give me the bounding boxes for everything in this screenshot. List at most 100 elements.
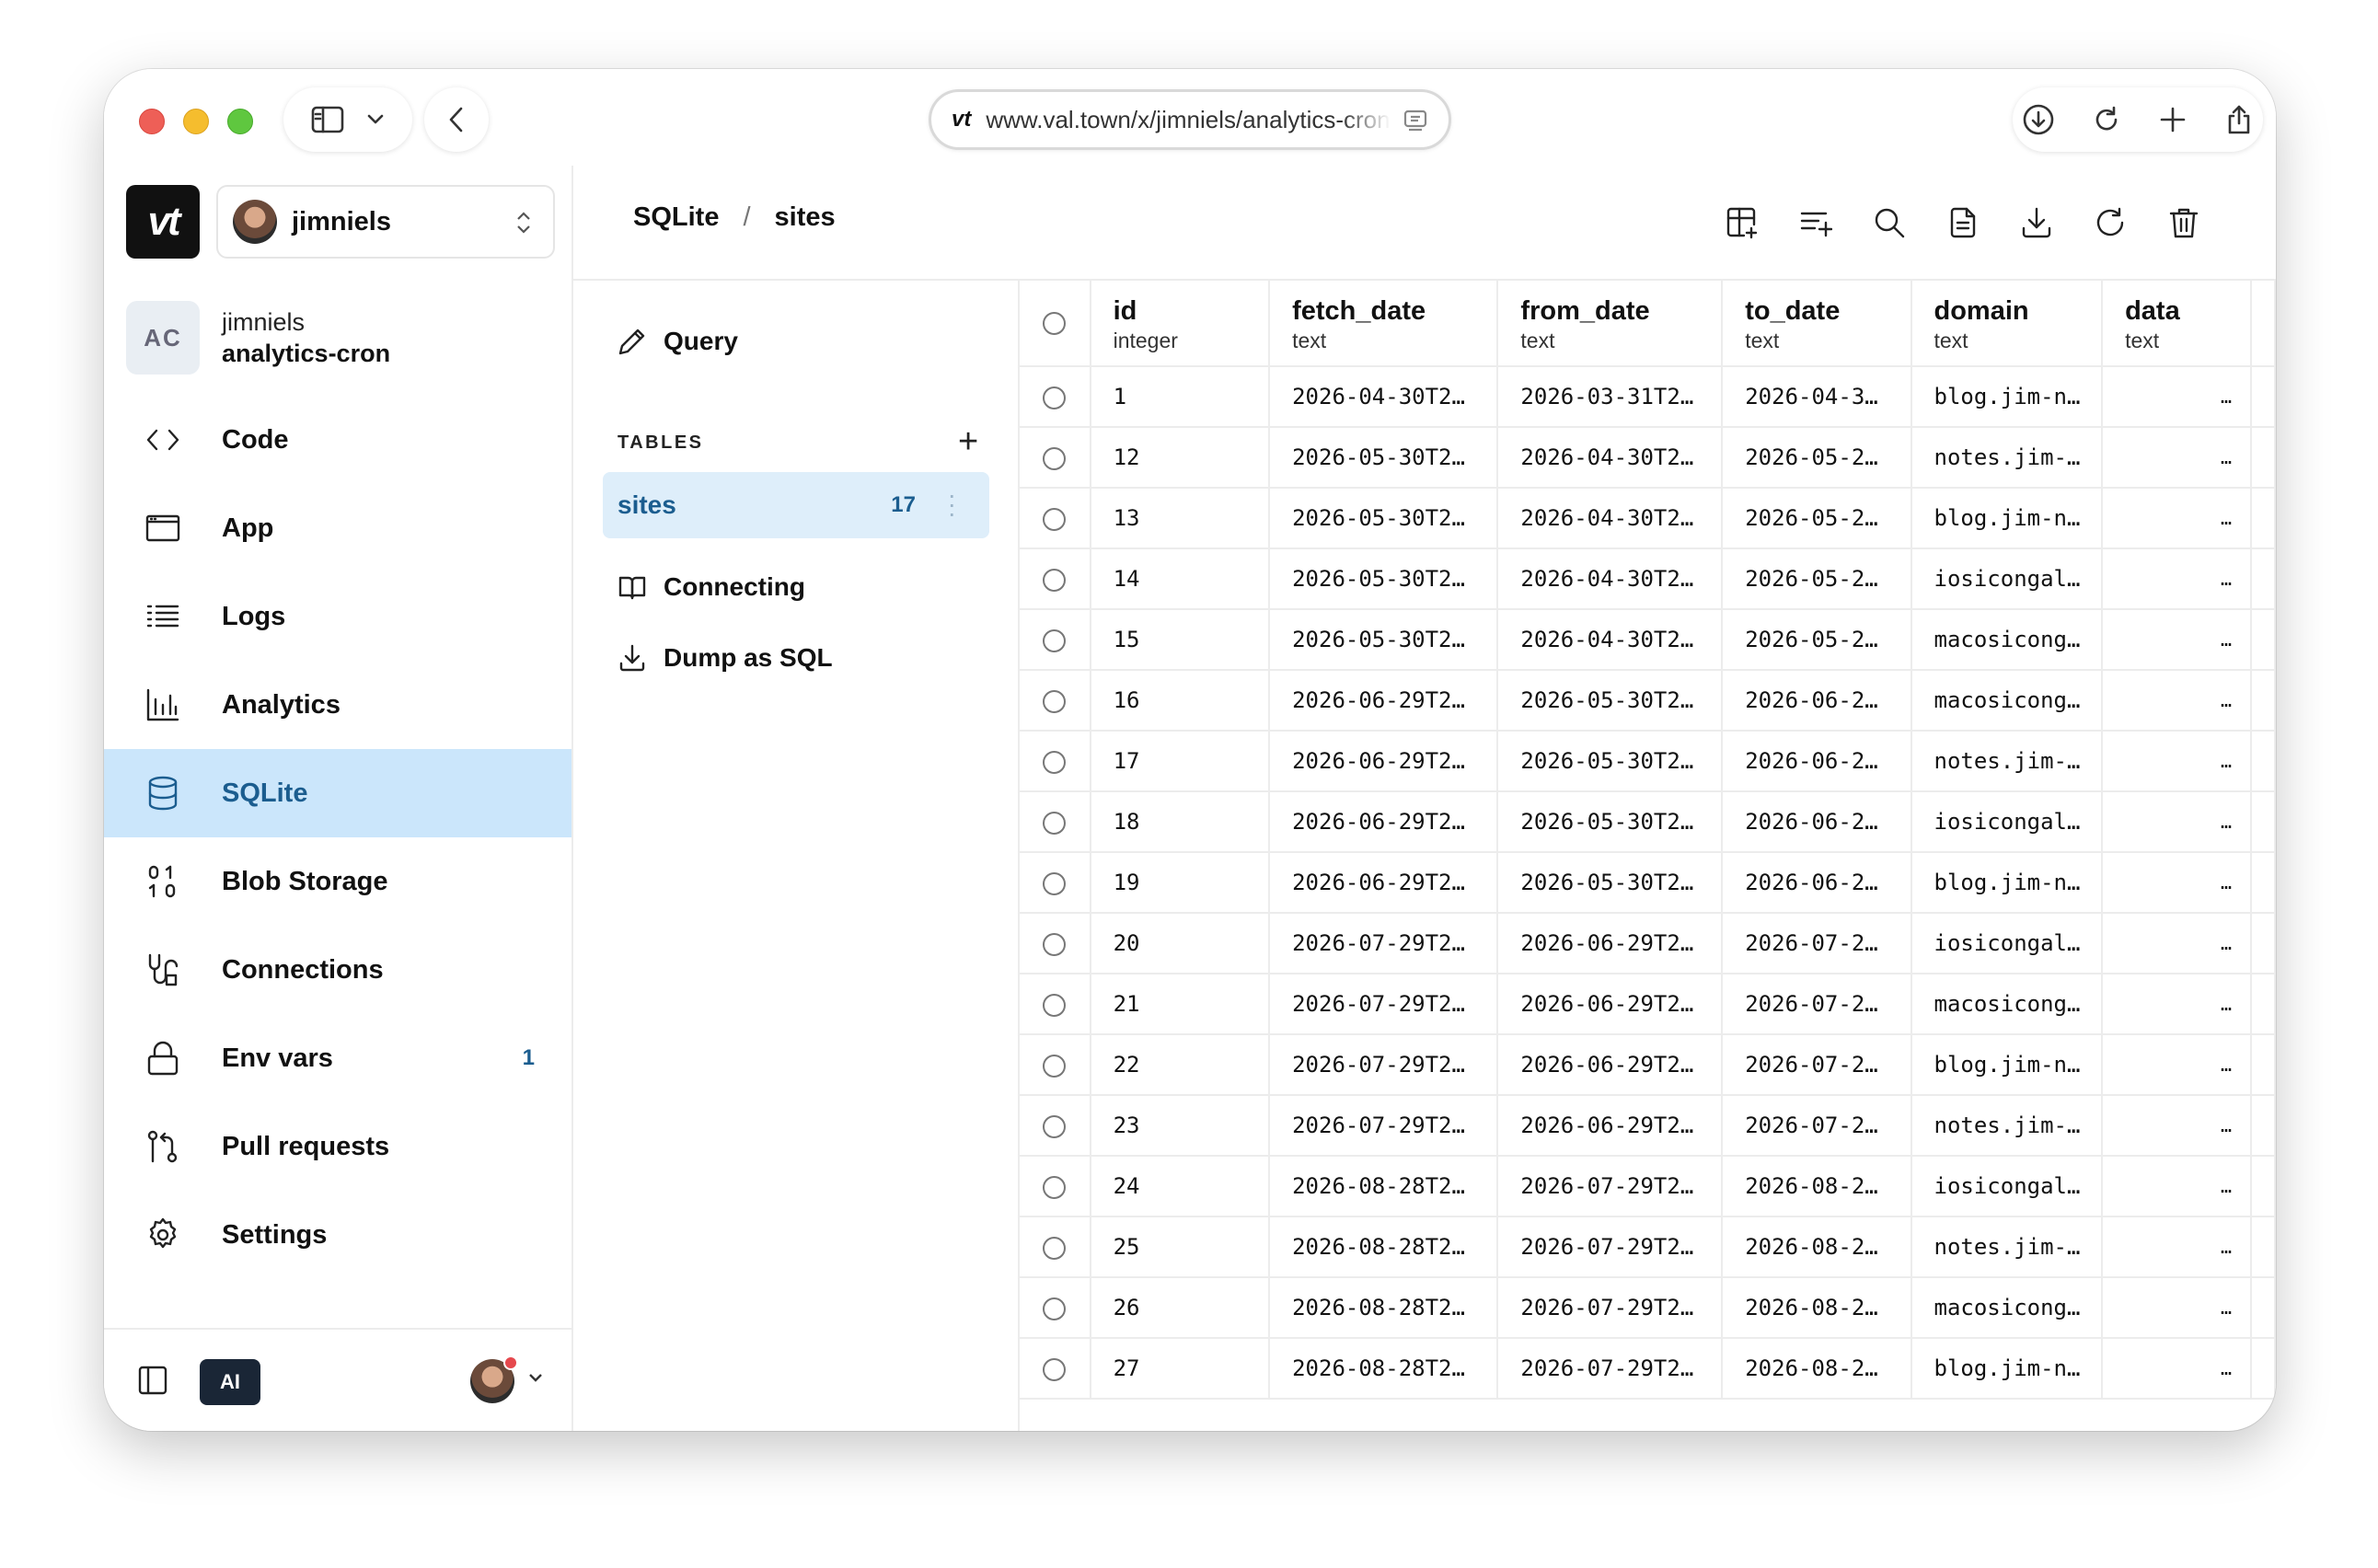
row-checkbox[interactable] <box>1043 386 1067 409</box>
table-cell-domain[interactable]: iosicongal… <box>1910 791 2104 853</box>
sidebar-item-logs[interactable]: Logs <box>104 572 571 661</box>
table-cell-data[interactable]: … <box>2102 1156 2252 1217</box>
close-window-button[interactable] <box>139 109 165 134</box>
column-header-from-date[interactable]: from_date text <box>1497 281 1724 367</box>
table-cell-to-date[interactable]: 2026-08-2… <box>1722 1277 1912 1339</box>
table-cell-to-date[interactable]: 2026-08-2… <box>1722 1338 1912 1400</box>
table-cell-domain[interactable]: notes.jim-… <box>1910 1095 2104 1157</box>
chevron-down-icon[interactable] <box>527 1372 544 1383</box>
table-cell-data[interactable]: … <box>2102 427 2252 489</box>
table-row[interactable]: 16 2026-06-29T2… 2026-05-30T2… 2026-06-2… ma… <box>1020 670 2276 732</box>
table-cell-from-date[interactable]: 2026-04-30T2… <box>1497 488 1724 549</box>
table-cell-to-date[interactable]: 2026-07-2… <box>1722 913 1912 974</box>
table-cell-to-date[interactable]: 2026-06-2… <box>1722 852 1912 914</box>
table-row[interactable]: 24 2026-08-28T2… 2026-07-29T2… 2026-08-2… io… <box>1020 1156 2276 1217</box>
table-cell-to-date[interactable]: 2026-07-2… <box>1722 1095 1912 1157</box>
table-cell-fetch-date[interactable]: 2026-07-29T2… <box>1269 974 1499 1035</box>
column-header-to-date[interactable]: to_date text <box>1722 281 1912 367</box>
table-cell-id[interactable]: 18 <box>1090 791 1271 853</box>
row-checkbox[interactable] <box>1043 1114 1067 1138</box>
table-cell-id[interactable]: 17 <box>1090 731 1271 792</box>
table-cell-domain[interactable]: blog.jim-n… <box>1910 1034 2104 1096</box>
row-checkbox[interactable] <box>1043 1297 1067 1320</box>
table-cell-from-date[interactable]: 2026-06-29T2… <box>1497 1034 1724 1096</box>
chevron-down-icon[interactable] <box>366 113 385 126</box>
table-row[interactable]: 21 2026-07-29T2… 2026-06-29T2… 2026-07-2… ma… <box>1020 974 2276 1035</box>
table-cell-to-date[interactable]: 2026-05-2… <box>1722 427 1912 489</box>
reader-icon[interactable] <box>1403 109 1428 134</box>
back-button[interactable] <box>424 87 489 152</box>
table-cell-domain[interactable]: iosicongal… <box>1910 913 2104 974</box>
table-cell-from-date[interactable]: 2026-05-30T2… <box>1497 731 1724 792</box>
table-row[interactable]: 19 2026-06-29T2… 2026-05-30T2… 2026-06-2… bl… <box>1020 852 2276 914</box>
zoom-window-button[interactable] <box>227 109 253 134</box>
table-cell-id[interactable]: 23 <box>1090 1095 1271 1157</box>
ai-button[interactable]: AI <box>200 1359 260 1405</box>
table-row[interactable]: 27 2026-08-28T2… 2026-07-29T2… 2026-08-2… bl… <box>1020 1338 2276 1400</box>
column-header-id[interactable]: id integer <box>1090 281 1271 367</box>
table-row[interactable]: 12 2026-05-30T2… 2026-04-30T2… 2026-05-2… no… <box>1020 427 2276 489</box>
table-cell-fetch-date[interactable]: 2026-07-29T2… <box>1269 913 1499 974</box>
table-row[interactable]: 14 2026-05-30T2… 2026-04-30T2… 2026-05-2… io… <box>1020 548 2276 610</box>
table-cell-data[interactable]: … <box>2102 1216 2252 1278</box>
table-cell-id[interactable]: 19 <box>1090 852 1271 914</box>
table-cell-data[interactable]: … <box>2102 609 2252 671</box>
table-cell-fetch-date[interactable]: 2026-05-30T2… <box>1269 488 1499 549</box>
sidebar-item-pull-requests[interactable]: Pull requests <box>104 1102 571 1191</box>
table-cell-fetch-date[interactable]: 2026-06-29T2… <box>1269 852 1499 914</box>
table-row[interactable]: 26 2026-08-28T2… 2026-07-29T2… 2026-08-2… ma… <box>1020 1277 2276 1339</box>
table-cell-fetch-date[interactable]: 2026-07-29T2… <box>1269 1034 1499 1096</box>
row-checkbox[interactable] <box>1043 1175 1067 1199</box>
select-all-checkbox[interactable] <box>1043 311 1067 335</box>
table-cell-domain[interactable]: macosicong… <box>1910 670 2104 732</box>
table-cell-data[interactable]: … <box>2102 488 2252 549</box>
table-cell-id[interactable]: 25 <box>1090 1216 1271 1278</box>
table-cell-domain[interactable]: macosicong… <box>1910 974 2104 1035</box>
table-cell-data[interactable]: … <box>2102 1277 2252 1339</box>
browser-sidebar-icon[interactable] <box>311 106 344 133</box>
add-table-button[interactable]: + <box>958 422 978 462</box>
table-cell-from-date[interactable]: 2026-07-29T2… <box>1497 1216 1724 1278</box>
table-cell-domain[interactable]: iosicongal… <box>1910 1156 2104 1217</box>
table-cell-id[interactable]: 27 <box>1090 1338 1271 1400</box>
sidebar-item-code[interactable]: Code <box>104 396 571 484</box>
table-cell-domain[interactable]: blog.jim-n… <box>1910 488 2104 549</box>
connecting-link[interactable]: Connecting <box>618 572 805 602</box>
table-cell-to-date[interactable]: 2026-08-2… <box>1722 1156 1912 1217</box>
table-cell-to-date[interactable]: 2026-05-2… <box>1722 548 1912 610</box>
table-cell-fetch-date[interactable]: 2026-06-29T2… <box>1269 791 1499 853</box>
minimize-window-button[interactable] <box>183 109 209 134</box>
table-cell-from-date[interactable]: 2026-06-29T2… <box>1497 913 1724 974</box>
table-cell-data[interactable]: … <box>2102 1338 2252 1400</box>
refresh-icon[interactable] <box>2094 206 2127 239</box>
row-checkbox[interactable] <box>1043 993 1067 1017</box>
table-cell-data[interactable]: … <box>2102 1095 2252 1157</box>
row-checkbox[interactable] <box>1043 507 1067 531</box>
table-row[interactable]: 17 2026-06-29T2… 2026-05-30T2… 2026-06-2… no… <box>1020 731 2276 792</box>
row-checkbox[interactable] <box>1043 568 1067 592</box>
table-cell-from-date[interactable]: 2026-06-29T2… <box>1497 1095 1724 1157</box>
project-owner[interactable]: jimniels <box>222 306 390 338</box>
sidebar-toggle-group[interactable] <box>283 87 412 152</box>
query-link[interactable]: Query <box>618 327 738 356</box>
table-cell-to-date[interactable]: 2026-06-2… <box>1722 670 1912 732</box>
table-cell-from-date[interactable]: 2026-07-29T2… <box>1497 1338 1724 1400</box>
table-cell-fetch-date[interactable]: 2026-04-30T2… <box>1269 366 1499 428</box>
table-cell-data[interactable]: … <box>2102 548 2252 610</box>
sidebar-item-settings[interactable]: Settings <box>104 1191 571 1279</box>
table-cell-to-date[interactable]: 2026-07-2… <box>1722 1034 1912 1096</box>
table-cell-from-date[interactable]: 2026-04-30T2… <box>1497 427 1724 489</box>
valtown-logo[interactable]: vt <box>126 185 200 259</box>
table-item-sites[interactable]: sites 17 · · · <box>603 472 989 538</box>
table-cell-id[interactable]: 21 <box>1090 974 1271 1035</box>
table-cell-from-date[interactable]: 2026-04-30T2… <box>1497 548 1724 610</box>
table-cell-from-date[interactable]: 2026-05-30T2… <box>1497 670 1724 732</box>
row-checkbox[interactable] <box>1043 1054 1067 1078</box>
project-name[interactable]: analytics-cron <box>222 338 390 369</box>
address-bar[interactable]: vt www.val.town/x/jimniels/analytics-cro… <box>929 89 1451 150</box>
table-cell-to-date[interactable]: 2026-07-2… <box>1722 974 1912 1035</box>
column-header-data[interactable]: data text <box>2102 281 2252 367</box>
table-cell-domain[interactable]: blog.jim-n… <box>1910 1338 2104 1400</box>
table-cell-fetch-date[interactable]: 2026-05-30T2… <box>1269 427 1499 489</box>
row-checkbox[interactable] <box>1043 1236 1067 1260</box>
